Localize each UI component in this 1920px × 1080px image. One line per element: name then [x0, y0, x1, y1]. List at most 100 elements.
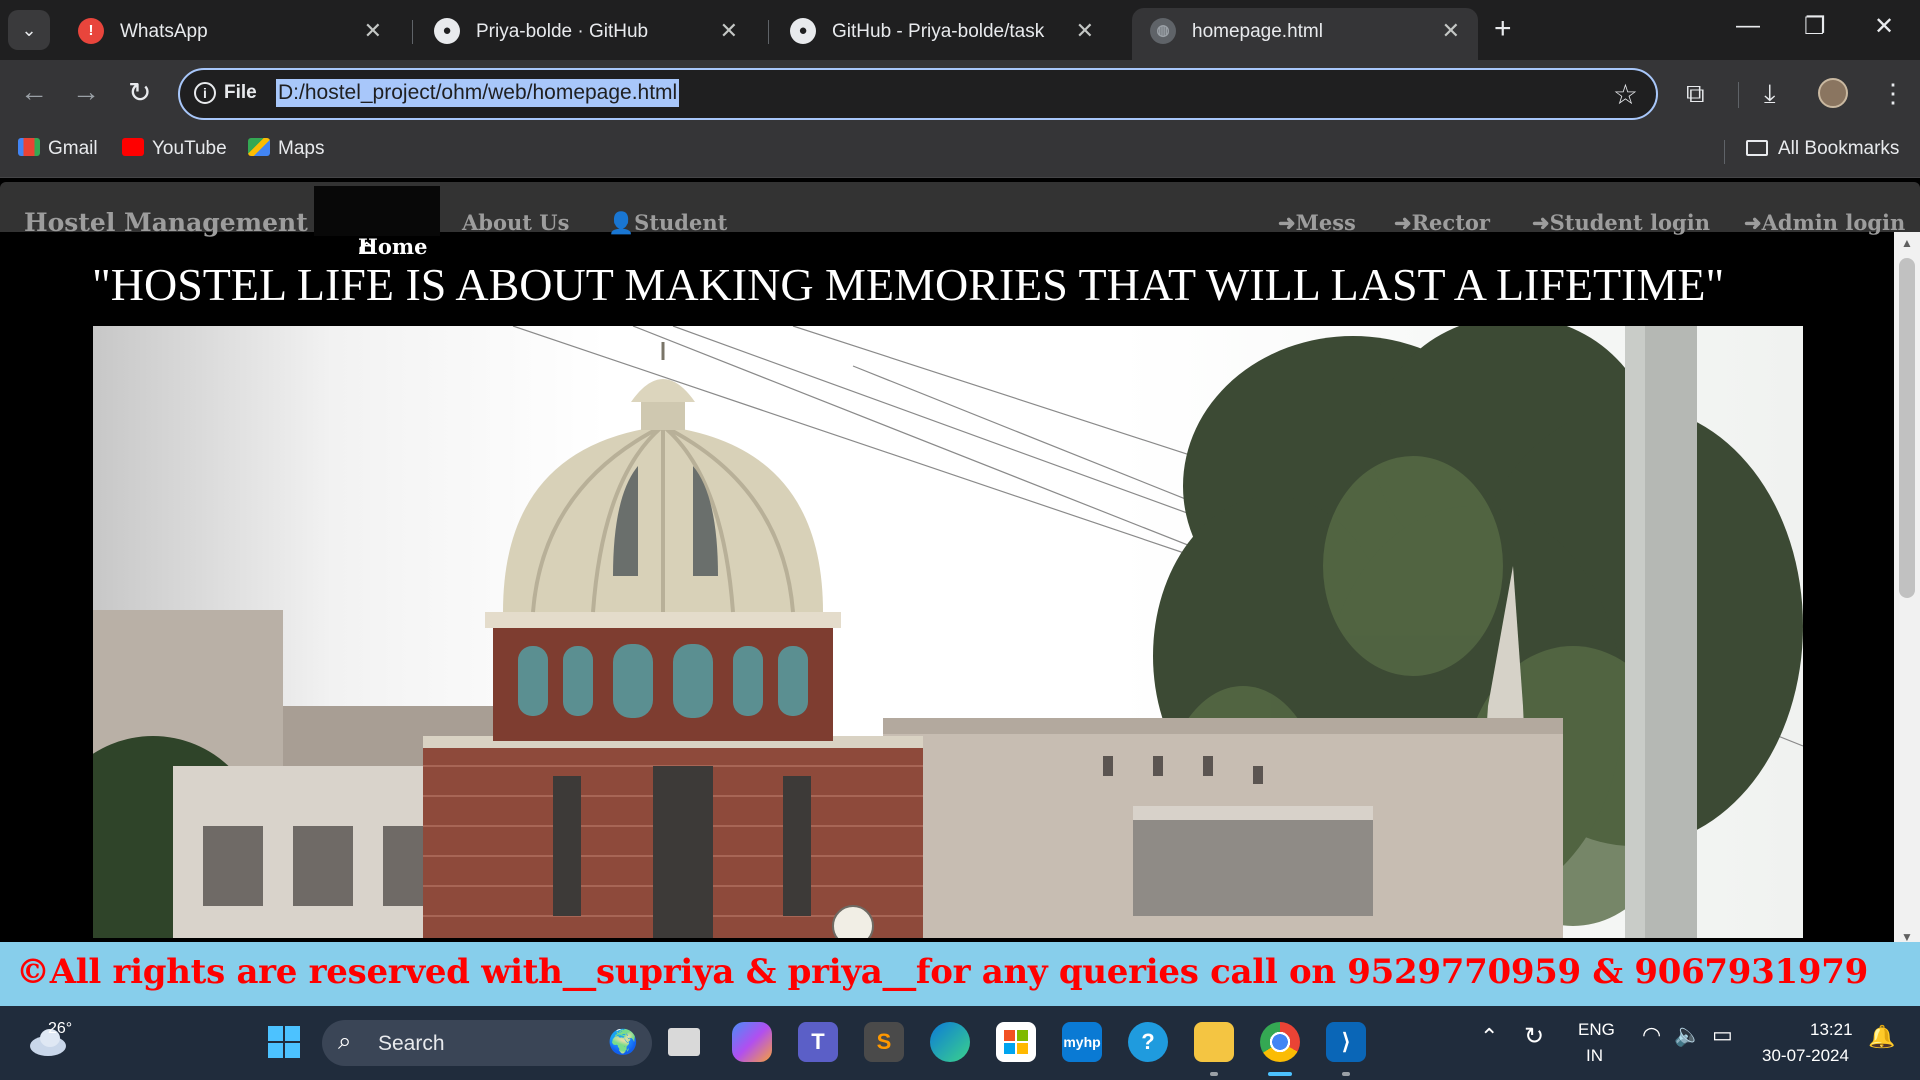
clock-time[interactable]: 13:21 — [1810, 1020, 1853, 1040]
download-icon[interactable]: ⤓ — [1764, 78, 1776, 110]
scrollbar-thumb[interactable] — [1899, 258, 1915, 598]
hostel-building-illustration — [93, 326, 1803, 938]
chevron-up-icon[interactable]: ⌃ — [1480, 1024, 1498, 1050]
battery-icon[interactable]: ▭ — [1712, 1022, 1733, 1048]
hero-quote: "HOSTEL LIFE IS ABOUT MAKING MEMORIES TH… — [92, 259, 1725, 310]
task-view-icon[interactable] — [668, 1028, 700, 1056]
page-viewport: Hostel Management ⌂ Home About Us 👤Studen… — [0, 178, 1920, 1006]
page-scrollbar[interactable]: ▲ ▼ — [1894, 232, 1920, 948]
login-icon: ➜ — [1278, 210, 1296, 235]
scroll-up-arrow-icon[interactable]: ▲ — [1901, 236, 1913, 250]
tab-title: WhatsApp — [120, 21, 208, 42]
file-explorer-icon[interactable] — [1194, 1022, 1234, 1062]
myhp-icon[interactable]: myhp — [1062, 1022, 1102, 1062]
chrome-icon[interactable] — [1260, 1022, 1300, 1062]
input-region: IN — [1586, 1046, 1603, 1065]
notification-bell-icon[interactable]: 🔔 — [1868, 1024, 1895, 1050]
wifi-icon[interactable]: ◠ — [1642, 1022, 1661, 1048]
reload-icon[interactable]: ↻ — [128, 76, 151, 109]
bookmark-label: Gmail — [48, 138, 98, 159]
all-bookmarks-label: All Bookmarks — [1778, 138, 1900, 159]
sync-icon[interactable]: ↻ — [1524, 1022, 1544, 1051]
whatsapp-alert-icon: ! — [78, 18, 104, 44]
close-icon[interactable]: ✕ — [720, 18, 738, 44]
tab-github-task[interactable]: ● GitHub - Priya-bolde/task ✕ — [772, 8, 1112, 60]
bookmarks-bar: Gmail YouTube Maps All Bookmarks — [0, 126, 1920, 178]
windows-logo — [268, 1026, 300, 1058]
close-icon[interactable]: ✕ — [1442, 18, 1460, 44]
nav-item-home[interactable]: ⌂ Home — [314, 186, 440, 259]
windows-taskbar: 26° ⌕ Search 🌍 T S myhp ? ⟩ ⌃ ↻ ENG IN ◠… — [0, 1006, 1920, 1080]
tab-title: homepage.html — [1192, 21, 1323, 42]
url-scheme-label: File — [224, 82, 257, 103]
active-app-indicator — [1268, 1072, 1292, 1076]
nav-item-admin-login[interactable]: ➜Admin login — [1744, 210, 1905, 235]
teams-icon[interactable]: T — [798, 1022, 838, 1062]
bookmark-gmail[interactable]: Gmail — [18, 138, 98, 160]
gmail-icon — [18, 138, 40, 156]
login-icon: ➜ — [1744, 210, 1762, 235]
maps-icon — [248, 138, 270, 156]
bookmark-youtube[interactable]: YouTube — [122, 138, 227, 160]
bookmark-star-icon[interactable]: ☆ — [1613, 78, 1638, 111]
url-text[interactable]: D:/hostel_project/ohm/web/homepage.html — [276, 79, 680, 107]
menu-kebab-icon[interactable]: ⋮ — [1880, 78, 1906, 109]
info-icon[interactable]: i — [194, 82, 216, 104]
minimize-icon[interactable]: — — [1736, 12, 1760, 40]
close-icon[interactable]: ✕ — [364, 18, 382, 44]
taskbar-search[interactable]: ⌕ Search 🌍 — [322, 1020, 652, 1066]
tab-search-button[interactable]: ⌄ — [8, 10, 50, 50]
hostel-building-photo — [93, 326, 1803, 938]
tab-title: GitHub - Priya-bolde/task — [832, 21, 1045, 42]
nav-item-mess[interactable]: ➜Mess — [1278, 210, 1356, 235]
restore-icon[interactable]: ❐ — [1804, 12, 1826, 41]
get-help-icon[interactable]: ? — [1128, 1022, 1168, 1062]
new-tab-button[interactable]: + — [1494, 12, 1512, 46]
tab-title: Priya-bolde · GitHub — [476, 21, 649, 42]
close-icon[interactable]: ✕ — [1076, 18, 1094, 44]
back-arrow-icon[interactable]: ← — [20, 76, 48, 108]
folder-icon — [1746, 140, 1768, 156]
tab-whatsapp[interactable]: ! WhatsApp ✕ — [60, 8, 400, 60]
site-footer: ©All rights are reserved with__supriya &… — [0, 942, 1920, 1006]
edge-icon[interactable] — [930, 1022, 970, 1062]
volume-icon[interactable]: 🔈 — [1674, 1022, 1701, 1048]
bookmark-label: Maps — [278, 138, 325, 159]
close-window-icon[interactable]: ✕ — [1874, 12, 1894, 41]
browser-toolbar: ← → ↻ i File D:/hostel_project/ohm/web/h… — [0, 60, 1920, 126]
nav-student-login-label: Student login — [1549, 210, 1710, 235]
bookmark-label: YouTube — [152, 138, 227, 159]
input-language[interactable]: ENG — [1578, 1020, 1615, 1040]
tab-homepage[interactable]: ◍ homepage.html ✕ — [1132, 8, 1478, 60]
github-icon: ● — [790, 18, 816, 44]
nav-item-student-login[interactable]: ➜Student login — [1532, 210, 1710, 235]
address-bar[interactable]: i File D:/hostel_project/ohm/web/homepag… — [178, 68, 1658, 120]
clock-date: 30-07-2024 — [1762, 1046, 1849, 1065]
all-bookmarks-button[interactable]: All Bookmarks — [1746, 138, 1899, 160]
nav-item-student[interactable]: 👤Student — [608, 210, 727, 236]
login-icon: ➜ — [1532, 210, 1550, 235]
nav-student-label: Student — [634, 210, 728, 235]
extensions-icon[interactable]: ⧉ — [1686, 78, 1705, 110]
nav-item-about-us[interactable]: About Us — [462, 210, 569, 235]
vscode-icon[interactable]: ⟩ — [1326, 1022, 1366, 1062]
store-logo — [1004, 1030, 1028, 1054]
site-brand[interactable]: Hostel Management — [24, 208, 308, 237]
app-running-indicator — [1210, 1072, 1218, 1076]
store-icon[interactable] — [996, 1022, 1036, 1062]
nav-about-label: About Us — [462, 210, 570, 235]
nav-item-rector[interactable]: ➜Rector — [1394, 210, 1490, 235]
app-running-indicator — [1342, 1072, 1350, 1076]
profile-avatar[interactable] — [1818, 78, 1848, 108]
tab-github-profile[interactable]: ● Priya-bolde · GitHub ✕ — [416, 8, 756, 60]
windows-start-icon[interactable] — [264, 1022, 304, 1062]
sublime-text-icon[interactable]: S — [864, 1022, 904, 1062]
search-label: Search — [378, 1032, 445, 1055]
browser-tabstrip: ⌄ ! WhatsApp ✕ ● Priya-bolde · GitHub ✕ … — [0, 0, 1920, 60]
github-icon: ● — [434, 18, 460, 44]
copilot-icon[interactable] — [732, 1022, 772, 1062]
bookmark-maps[interactable]: Maps — [248, 138, 324, 160]
nav-admin-login-label: Admin login — [1761, 210, 1906, 235]
forward-arrow-icon[interactable]: → — [72, 76, 100, 108]
tab-separator — [768, 20, 769, 44]
